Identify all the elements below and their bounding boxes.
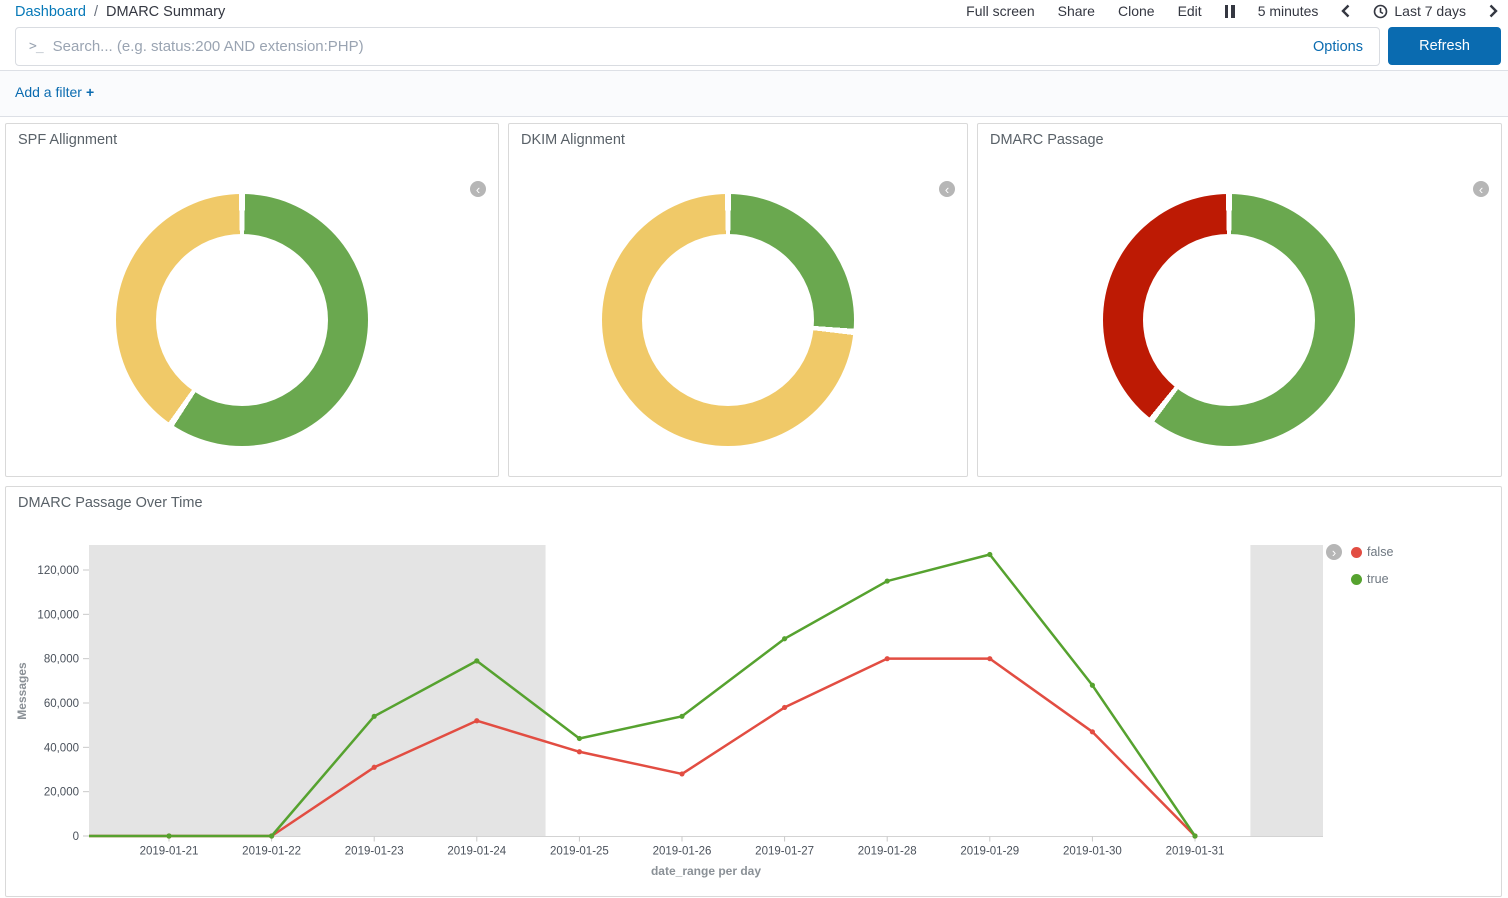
breadcrumb-dashboard-link[interactable]: Dashboard: [15, 4, 86, 20]
panel-title: SPF Allignment: [18, 132, 117, 148]
legend-collapse-button[interactable]: ‹: [939, 181, 955, 197]
chevron-left-icon: ‹: [1479, 183, 1483, 196]
plus-icon: +: [86, 84, 94, 100]
time-range-label: Last 7 days: [1394, 3, 1466, 19]
svg-text:2019-01-21: 2019-01-21: [140, 846, 199, 858]
panel-title: DMARC Passage: [990, 132, 1104, 148]
svg-text:20,000: 20,000: [44, 787, 79, 799]
spf-alignment-panel: SPF Allignment ‹: [5, 123, 499, 477]
page-title: DMARC Summary: [106, 4, 225, 20]
top-nav-bar: Dashboard / DMARC Summary Full screen Sh…: [0, 0, 1508, 25]
refresh-interval-label[interactable]: 5 minutes: [1258, 3, 1319, 19]
dkim-donut-chart[interactable]: [602, 194, 854, 446]
dmarc-passage-panel: DMARC Passage ‹: [977, 123, 1502, 477]
query-prompt-icon: >_: [29, 39, 43, 54]
svg-text:60,000: 60,000: [44, 698, 79, 710]
time-forward-chevron-icon[interactable]: [1489, 4, 1498, 18]
svg-text:2019-01-23: 2019-01-23: [345, 846, 404, 858]
timeline-chart[interactable]: 0 20,000 40,000 60,000 80,000 100,000 120,000 2…: [6, 487, 1503, 898]
svg-text:2019-01-30: 2019-01-30: [1063, 846, 1122, 858]
query-bar: >_ Options: [15, 27, 1380, 66]
dmarc-donut-chart[interactable]: [1103, 194, 1355, 446]
pause-refresh-icon[interactable]: [1225, 5, 1235, 18]
svg-text:40,000: 40,000: [44, 742, 79, 754]
legend-item-true[interactable]: true: [1351, 572, 1393, 586]
dmarc-over-time-panel: DMARC Passage Over Time 020,00040,00060,…: [5, 486, 1502, 897]
time-range-picker[interactable]: Last 7 days: [1373, 3, 1466, 19]
svg-text:100,000: 100,000: [37, 609, 79, 621]
edit-button[interactable]: Edit: [1178, 3, 1202, 19]
clone-button[interactable]: Clone: [1118, 3, 1155, 19]
svg-text:0: 0: [73, 831, 79, 843]
svg-text:2019-01-24: 2019-01-24: [447, 846, 506, 858]
svg-text:2019-01-29: 2019-01-29: [960, 846, 1019, 858]
svg-text:2019-01-31: 2019-01-31: [1166, 846, 1225, 858]
full-screen-button[interactable]: Full screen: [966, 3, 1034, 19]
chevron-right-icon: ›: [1332, 546, 1336, 559]
legend-item-false[interactable]: false: [1351, 545, 1393, 559]
legend-collapse-button[interactable]: ‹: [470, 181, 486, 197]
options-link[interactable]: Options: [1313, 39, 1363, 55]
svg-text:2019-01-27: 2019-01-27: [755, 846, 814, 858]
add-filter-link[interactable]: Add a filter+: [15, 84, 94, 100]
legend-color-dot: [1351, 547, 1362, 558]
chevron-left-icon: ‹: [476, 183, 480, 196]
clock-icon: [1373, 4, 1388, 19]
dkim-alignment-panel: DKIM Alignment ‹: [508, 123, 968, 477]
time-back-chevron-icon[interactable]: [1341, 4, 1350, 18]
svg-text:2019-01-25: 2019-01-25: [550, 846, 609, 858]
legend-label: true: [1367, 572, 1389, 586]
add-filter-label: Add a filter: [15, 84, 82, 100]
svg-text:Messages: Messages: [15, 662, 29, 720]
svg-text:date_range per day: date_range per day: [651, 864, 761, 878]
legend-expand-button[interactable]: ›: [1326, 544, 1342, 560]
breadcrumb: Dashboard / DMARC Summary: [15, 4, 225, 20]
refresh-button[interactable]: Refresh: [1388, 27, 1501, 65]
legend-collapse-button[interactable]: ‹: [1473, 181, 1489, 197]
svg-text:2019-01-26: 2019-01-26: [653, 846, 712, 858]
chart-legend: false true: [1351, 545, 1393, 599]
svg-text:2019-01-22: 2019-01-22: [242, 846, 301, 858]
svg-text:120,000: 120,000: [37, 565, 79, 577]
breadcrumb-separator: /: [94, 4, 98, 20]
panel-title: DKIM Alignment: [521, 132, 625, 148]
svg-text:2019-01-28: 2019-01-28: [858, 846, 917, 858]
spf-donut-chart[interactable]: [116, 194, 368, 446]
share-button[interactable]: Share: [1058, 3, 1095, 19]
nav-actions: Full screen Share Clone Edit 5 minutes L…: [966, 3, 1498, 19]
svg-text:80,000: 80,000: [44, 654, 79, 666]
search-input[interactable]: [53, 38, 1313, 55]
legend-label: false: [1367, 545, 1393, 559]
dashboard-page: Dashboard / DMARC Summary Full screen Sh…: [0, 0, 1508, 898]
chevron-left-icon: ‹: [945, 183, 949, 196]
legend-color-dot: [1351, 574, 1362, 585]
filter-bar: Add a filter+: [0, 70, 1508, 117]
